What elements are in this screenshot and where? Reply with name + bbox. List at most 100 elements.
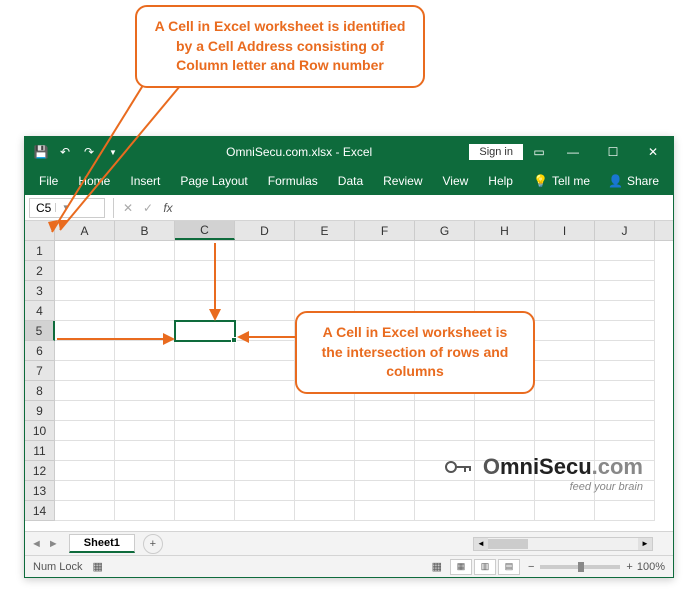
tab-data[interactable]: Data <box>328 167 373 195</box>
row-header-6[interactable]: 6 <box>25 341 55 361</box>
cell-B4[interactable] <box>115 301 175 321</box>
cell-F3[interactable] <box>355 281 415 301</box>
cell-D9[interactable] <box>235 401 295 421</box>
row-header-11[interactable]: 11 <box>25 441 55 461</box>
enter-formula-icon[interactable]: ✓ <box>138 201 158 215</box>
cell-C14[interactable] <box>175 501 235 521</box>
add-sheet-button[interactable]: + <box>143 534 163 554</box>
maximize-button[interactable]: ☐ <box>593 137 633 167</box>
tellme-search[interactable]: 💡 Tell me <box>525 174 598 188</box>
cell-F12[interactable] <box>355 461 415 481</box>
cell-D4[interactable] <box>235 301 295 321</box>
zoom-in-button[interactable]: + <box>626 561 632 573</box>
tab-insert[interactable]: Insert <box>120 167 170 195</box>
cell-H10[interactable] <box>475 421 535 441</box>
cell-B3[interactable] <box>115 281 175 301</box>
cell-C9[interactable] <box>175 401 235 421</box>
sheet-prev-icon[interactable]: ◄ <box>31 538 42 550</box>
cell-E11[interactable] <box>295 441 355 461</box>
cell-D1[interactable] <box>235 241 295 261</box>
cell-A4[interactable] <box>55 301 115 321</box>
cell-I2[interactable] <box>535 261 595 281</box>
cell-G2[interactable] <box>415 261 475 281</box>
cell-I9[interactable] <box>535 401 595 421</box>
row-header-10[interactable]: 10 <box>25 421 55 441</box>
cell-I6[interactable] <box>535 341 595 361</box>
cell-F2[interactable] <box>355 261 415 281</box>
normal-view-button[interactable]: ▦ <box>450 559 472 575</box>
cell-B13[interactable] <box>115 481 175 501</box>
cell-C6[interactable] <box>175 341 235 361</box>
col-header-e[interactable]: E <box>295 221 355 240</box>
cell-F13[interactable] <box>355 481 415 501</box>
cell-B11[interactable] <box>115 441 175 461</box>
cell-I5[interactable] <box>535 321 595 341</box>
tab-home[interactable]: Home <box>68 167 120 195</box>
page-layout-view-button[interactable]: ▥ <box>474 559 496 575</box>
undo-icon[interactable]: ↶ <box>57 144 73 160</box>
cell-A13[interactable] <box>55 481 115 501</box>
sheet-tab-sheet1[interactable]: Sheet1 <box>69 534 135 553</box>
cell-D7[interactable] <box>235 361 295 381</box>
cell-H3[interactable] <box>475 281 535 301</box>
cell-A8[interactable] <box>55 381 115 401</box>
cell-E3[interactable] <box>295 281 355 301</box>
row-header-3[interactable]: 3 <box>25 281 55 301</box>
cell-A7[interactable] <box>55 361 115 381</box>
name-box[interactable]: C5 ▼ <box>29 198 105 218</box>
cell-A2[interactable] <box>55 261 115 281</box>
col-header-c[interactable]: C <box>175 221 235 240</box>
row-header-5[interactable]: 5 <box>25 321 55 341</box>
cell-J4[interactable] <box>595 301 655 321</box>
cell-C12[interactable] <box>175 461 235 481</box>
cell-D13[interactable] <box>235 481 295 501</box>
cell-J1[interactable] <box>595 241 655 261</box>
col-header-g[interactable]: G <box>415 221 475 240</box>
col-header-i[interactable]: I <box>535 221 595 240</box>
ribbon-display-icon[interactable]: ▭ <box>531 144 547 160</box>
scroll-left-icon[interactable]: ◄ <box>474 538 488 550</box>
namebox-dropdown-icon[interactable]: ▼ <box>55 203 71 212</box>
cell-H2[interactable] <box>475 261 535 281</box>
cell-H9[interactable] <box>475 401 535 421</box>
col-header-b[interactable]: B <box>115 221 175 240</box>
cell-D11[interactable] <box>235 441 295 461</box>
cell-B1[interactable] <box>115 241 175 261</box>
cell-B8[interactable] <box>115 381 175 401</box>
cell-C13[interactable] <box>175 481 235 501</box>
cell-E2[interactable] <box>295 261 355 281</box>
cell-C7[interactable] <box>175 361 235 381</box>
cell-E12[interactable] <box>295 461 355 481</box>
zoom-out-button[interactable]: − <box>528 561 534 573</box>
scrollbar-thumb[interactable] <box>488 539 528 549</box>
sheet-next-icon[interactable]: ► <box>48 538 59 550</box>
cell-C5[interactable] <box>175 321 235 341</box>
cell-A1[interactable] <box>55 241 115 261</box>
cell-J5[interactable] <box>595 321 655 341</box>
cell-I14[interactable] <box>535 501 595 521</box>
cell-D8[interactable] <box>235 381 295 401</box>
cell-J10[interactable] <box>595 421 655 441</box>
cell-A14[interactable] <box>55 501 115 521</box>
cell-E14[interactable] <box>295 501 355 521</box>
qat-customize-icon[interactable]: ▼ <box>105 144 121 160</box>
tab-formulas[interactable]: Formulas <box>258 167 328 195</box>
cell-I3[interactable] <box>535 281 595 301</box>
minimize-button[interactable]: — <box>553 137 593 167</box>
cell-H14[interactable] <box>475 501 535 521</box>
horizontal-scrollbar[interactable]: ◄ ► <box>473 537 653 551</box>
cell-A11[interactable] <box>55 441 115 461</box>
cell-J6[interactable] <box>595 341 655 361</box>
cell-D12[interactable] <box>235 461 295 481</box>
cell-J9[interactable] <box>595 401 655 421</box>
formula-input[interactable] <box>178 198 673 218</box>
row-header-8[interactable]: 8 <box>25 381 55 401</box>
cell-J8[interactable] <box>595 381 655 401</box>
cell-E13[interactable] <box>295 481 355 501</box>
tab-file[interactable]: File <box>29 167 68 195</box>
cell-B9[interactable] <box>115 401 175 421</box>
cell-B10[interactable] <box>115 421 175 441</box>
col-header-d[interactable]: D <box>235 221 295 240</box>
row-header-14[interactable]: 14 <box>25 501 55 521</box>
macro-record-icon[interactable]: ▦ <box>93 560 103 573</box>
